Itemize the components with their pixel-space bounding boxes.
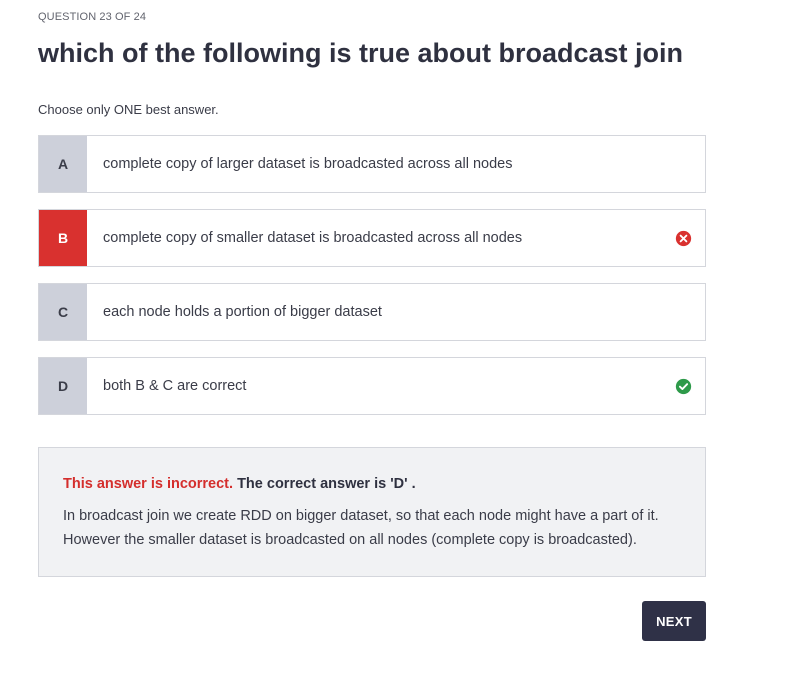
option-d[interactable]: D both B & C are correct <box>38 357 706 415</box>
option-c[interactable]: C each node holds a portion of bigger da… <box>38 283 706 341</box>
option-status <box>661 210 705 266</box>
question-counter: QUESTION 23 OF 24 <box>38 11 147 23</box>
option-b[interactable]: B complete copy of smaller dataset is br… <box>38 209 706 267</box>
option-a[interactable]: A complete copy of larger dataset is bro… <box>38 135 706 193</box>
option-text: complete copy of larger dataset is broad… <box>103 156 513 172</box>
option-text: both B & C are correct <box>103 378 247 394</box>
next-button[interactable]: NEXT <box>642 601 706 641</box>
option-letter: D <box>39 358 87 414</box>
answer-options: A complete copy of larger dataset is bro… <box>38 135 706 431</box>
option-status <box>661 136 705 192</box>
option-letter: B <box>39 210 87 266</box>
explanation-line: In broadcast join we create RDD on bigge… <box>63 508 659 524</box>
question-title: which of the following is true about bro… <box>38 38 684 68</box>
feedback-explanation: In broadcast join we create RDD on bigge… <box>63 504 681 552</box>
option-text: each node holds a portion of bigger data… <box>103 304 382 320</box>
answer-feedback: This answer is incorrect. The correct an… <box>38 447 706 577</box>
explanation-line: However the smaller dataset is broadcast… <box>63 532 637 548</box>
feedback-summary: This answer is incorrect. The correct an… <box>63 476 681 492</box>
incorrect-label: This answer is incorrect. <box>63 476 234 492</box>
option-status <box>661 284 705 340</box>
answer-instruction: Choose only ONE best answer. <box>38 102 219 117</box>
option-text: complete copy of smaller dataset is broa… <box>103 230 523 246</box>
check-circle-icon <box>675 378 691 394</box>
option-status <box>661 358 705 414</box>
option-letter: A <box>39 136 87 192</box>
correct-answer-text: The correct answer is 'D' . <box>237 476 416 492</box>
x-circle-icon <box>675 230 691 246</box>
option-letter: C <box>39 284 87 340</box>
